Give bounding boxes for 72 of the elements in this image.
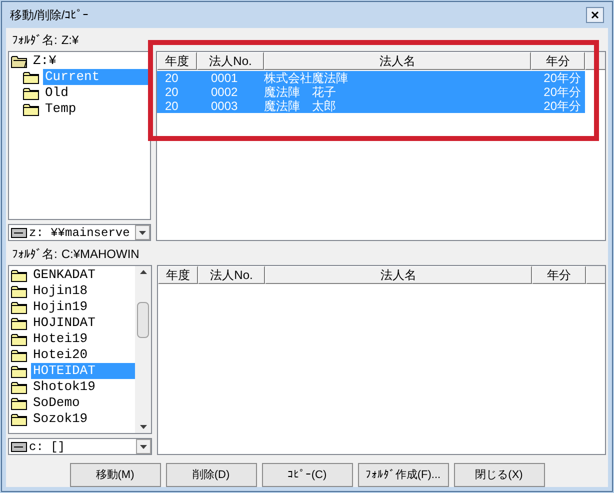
dialog-button[interactable]: 削除(D) [166,463,256,487]
table-cell-text: 20年分 [542,85,582,99]
folder-label: ﾌｫﾙﾀﾞ名: [12,32,58,48]
folder-icon [23,86,39,100]
column-header[interactable]: 年度 [157,52,197,70]
close-icon [591,11,599,19]
folder-item[interactable]: Sozok19 [31,411,90,427]
table-cell-text: 0001 [210,71,239,85]
column-header[interactable]: 法人名 [264,52,531,70]
column-header [586,266,605,284]
folder-item[interactable]: SoDemo [31,395,82,411]
folder-item[interactable]: Hojin19 [31,299,90,315]
column-header[interactable]: 年度 [158,266,198,284]
folder-item[interactable]: Z:¥ [31,53,58,69]
folder-icon [11,284,27,298]
table-cell-text: 魔法陣 花子 [264,85,337,99]
folder-icon [11,268,27,282]
scroll-up-icon [140,270,146,274]
caret-icon [140,444,147,448]
dialog-button[interactable]: 閉じる(X) [454,463,544,487]
folder-item[interactable]: Shotok19 [31,379,98,395]
dropdown-button[interactable] [136,439,151,454]
table-cell-text: 20年分 [542,99,582,113]
folder-item[interactable]: Hojin18 [31,283,90,299]
folder-path: Z:¥ [61,32,79,48]
table-cell-text: 魔法陣 太郎 [264,99,337,113]
folder-icon [11,396,27,410]
folder-path: C:¥MAHOWIN [61,246,140,262]
folder-icon [23,102,39,116]
folder-item[interactable]: Hotei20 [31,347,90,363]
table-cell-text: 20 [164,99,180,113]
folder-icon [11,348,27,362]
table-cell-text: 20 [164,71,180,85]
table-cell-text: 株式会社魔法陣 [264,71,349,85]
dialog-button[interactable]: ｺﾋﾟｰ(C) [262,463,352,487]
table-cell-text: 0003 [210,99,239,113]
caret-icon [139,230,146,234]
scroll-thumb[interactable] [137,302,149,338]
dialog-button[interactable]: ﾌｫﾙﾀﾞ作成(F)... [358,463,448,487]
column-header[interactable]: 法人名 [265,266,532,284]
table-cell-text: 20年分 [542,71,582,85]
drive-icon [11,228,27,238]
folder-item[interactable]: Hotei19 [31,331,90,347]
scroll-down-icon [140,425,146,429]
folder-item[interactable]: Temp [43,101,78,117]
folder-icon [11,412,27,426]
drive-dropdown[interactable]: z: ¥¥mainserve [8,224,151,241]
table-cell-text: 0002 [210,85,239,99]
drive-label: c: [] [29,438,66,454]
folder-icon [11,300,27,314]
folder-label: ﾌｫﾙﾀﾞ名: [12,246,58,262]
folder-icon [11,332,27,346]
folder-item[interactable]: HOJINDAT [31,315,98,331]
folder-icon [11,316,27,330]
window-title: 移動/削除/ｺﾋﾟｰ [10,7,89,24]
folder-item[interactable]: GENKADAT [31,267,98,283]
column-header[interactable]: 法人No. [197,52,264,70]
drive-label: z: ¥¥mainserve [29,224,131,240]
column-header[interactable]: 法人No. [198,266,265,284]
column-header[interactable]: 年分 [531,52,585,70]
dropdown-button[interactable] [135,225,150,240]
folder-icon [23,70,39,84]
folder-icon [11,364,27,378]
folder-icon [11,380,27,394]
folder-item[interactable]: Old [43,85,70,101]
drive-icon [11,442,27,452]
drive-dropdown[interactable]: c: [] [8,438,152,455]
dialog-button[interactable]: 移動(M) [70,463,160,487]
close-button[interactable] [586,7,604,23]
column-header[interactable]: 年分 [532,266,586,284]
table-cell-text: 20 [164,85,180,99]
scrollbar[interactable] [135,266,151,433]
